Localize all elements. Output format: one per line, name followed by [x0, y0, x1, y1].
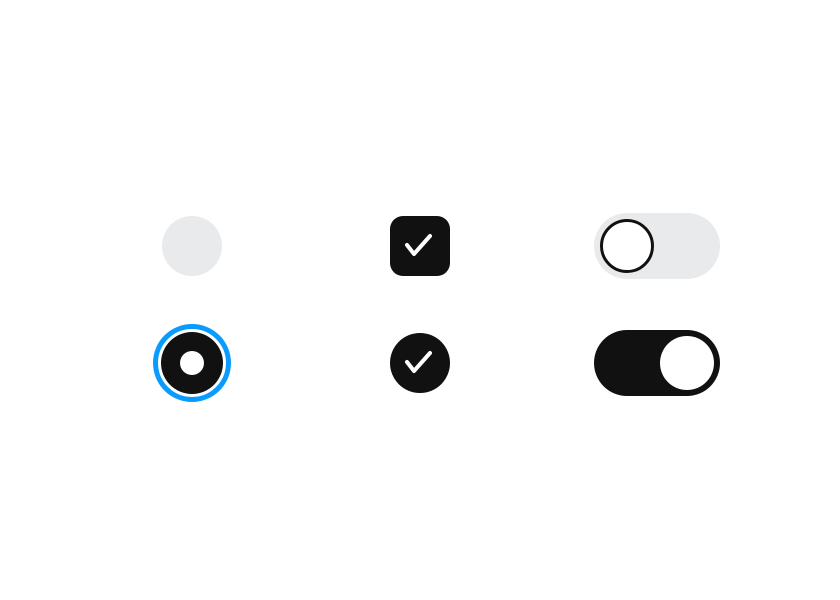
- toggle-knob: [660, 336, 714, 390]
- radio-dot: [180, 351, 204, 375]
- radio-checked-focused[interactable]: [153, 324, 231, 402]
- check-circle[interactable]: [390, 333, 450, 393]
- toggle-on[interactable]: [594, 330, 720, 396]
- check-icon: [405, 234, 432, 256]
- check-icon: [405, 351, 432, 373]
- checkbox-checked[interactable]: [390, 216, 450, 276]
- radio-fill: [161, 332, 223, 394]
- toggle-off[interactable]: [594, 213, 720, 279]
- radio-unchecked[interactable]: [162, 216, 222, 276]
- toggle-knob: [600, 219, 654, 273]
